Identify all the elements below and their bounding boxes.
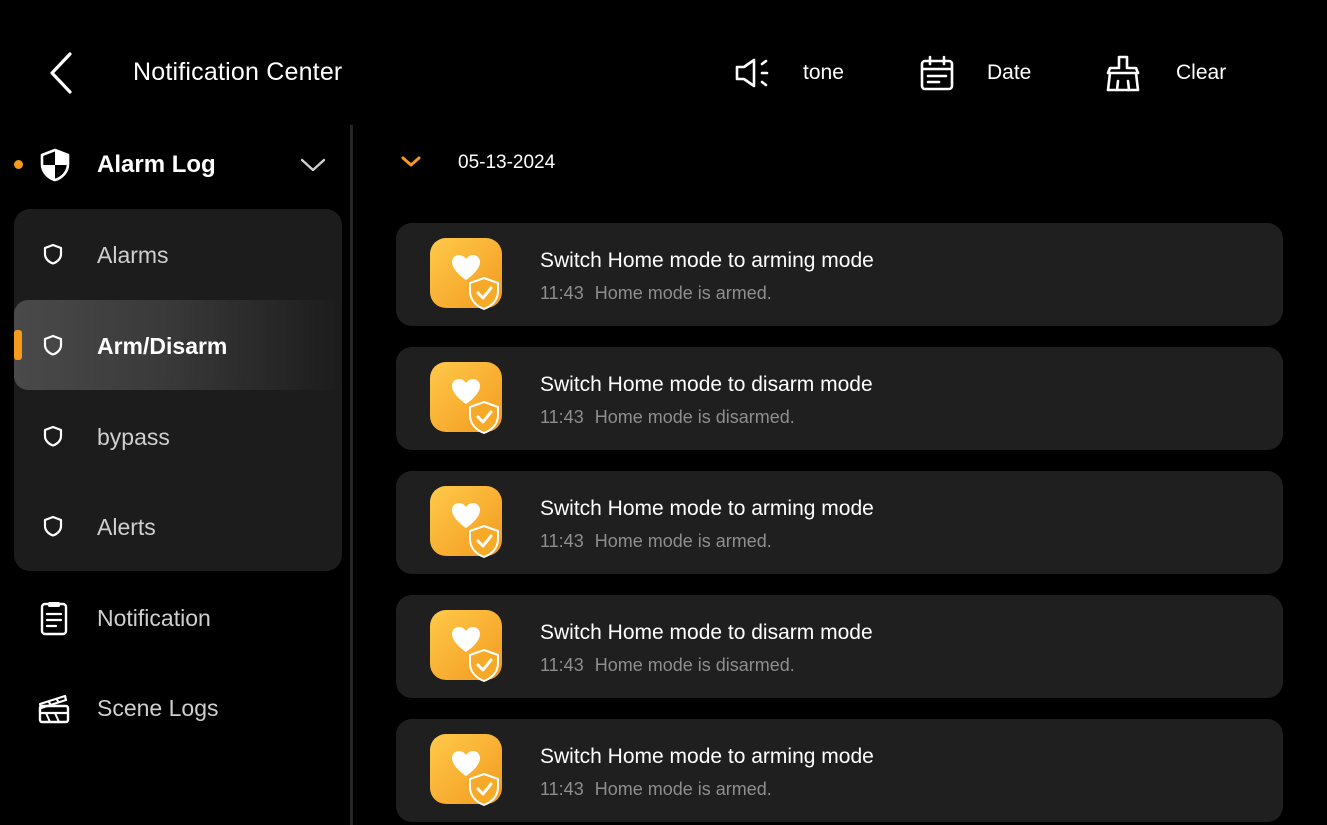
notification-card[interactable]: Switch Home mode to arming mode 11:43 Hom… <box>396 719 1283 822</box>
notification-detail: Home mode is armed. <box>594 531 772 551</box>
clipboard-icon <box>36 600 72 636</box>
alarm-log-label: Alarm Log <box>97 151 216 178</box>
sidebar-item-label: Notification <box>97 605 211 631</box>
notification-subtitle: 11:43 Home mode is disarmed. <box>540 407 795 428</box>
notification-time: 11:43 <box>540 531 584 551</box>
sidebar-item-notification[interactable]: Notification <box>0 588 340 648</box>
broom-icon <box>1103 53 1143 93</box>
notification-detail: Home mode is disarmed. <box>594 407 795 427</box>
notification-time: 11:43 <box>540 779 584 799</box>
sidebar-item-scene-logs[interactable]: Scene Logs <box>0 678 340 738</box>
shield-outline-icon <box>42 515 64 537</box>
notification-card[interactable]: Switch Home mode to arming mode 11:43 Hom… <box>396 471 1283 574</box>
notification-list: Switch Home mode to arming mode 11:43 Hom… <box>396 223 1283 825</box>
notification-card[interactable]: Switch Home mode to arming mode 11:43 Hom… <box>396 223 1283 326</box>
notification-card[interactable]: Switch Home mode to disarm mode 11:43 Hom… <box>396 595 1283 698</box>
page-title: Notification Center <box>133 58 343 86</box>
notification-title: Switch Home mode to arming mode <box>540 745 874 768</box>
notification-title: Switch Home mode to arming mode <box>540 249 874 272</box>
notification-card[interactable]: Switch Home mode to disarm mode 11:43 Hom… <box>396 347 1283 450</box>
speaker-icon <box>733 53 773 93</box>
alarm-log-group[interactable]: Alarm Log <box>0 140 350 190</box>
clear-label: Clear <box>1176 61 1227 84</box>
sidebar-item-arm-disarm[interactable]: Arm/Disarm <box>14 300 342 390</box>
shield-outline-icon <box>42 334 64 356</box>
notification-detail: Home mode is armed. <box>594 283 772 303</box>
sidebar-item-label: Scene Logs <box>97 695 219 721</box>
notification-detail: Home mode is disarmed. <box>594 655 795 675</box>
sidebar-item-alarms[interactable]: Alarms <box>14 209 342 299</box>
back-button[interactable] <box>40 50 84 96</box>
sidebar-item-label: Alerts <box>97 514 156 540</box>
notification-detail: Home mode is armed. <box>594 779 772 799</box>
chevron-down-icon <box>298 152 328 178</box>
notification-time: 11:43 <box>540 655 584 675</box>
home-security-app-icon <box>430 486 518 560</box>
chevron-left-icon <box>50 52 72 94</box>
home-security-app-icon <box>430 734 518 808</box>
active-indicator <box>14 330 22 360</box>
notification-subtitle: 11:43 Home mode is disarmed. <box>540 655 795 676</box>
notification-subtitle: 11:43 Home mode is armed. <box>540 283 772 304</box>
sidebar-item-label: Arm/Disarm <box>97 333 228 359</box>
shield-outline-icon <box>42 243 64 265</box>
main-content: 05-13-2024 Switch Home mode to arming mo… <box>354 120 1327 825</box>
alarm-log-submenu: Alarms Arm/Disarm bypass Alerts <box>14 209 342 571</box>
sidebar-divider <box>350 125 353 825</box>
tone-button[interactable]: tone <box>733 52 844 94</box>
home-security-app-icon <box>430 238 518 312</box>
notification-subtitle: 11:43 Home mode is armed. <box>540 531 772 552</box>
date-button[interactable]: Date <box>917 52 1031 94</box>
notification-title: Switch Home mode to disarm mode <box>540 373 873 396</box>
date-group-label: 05-13-2024 <box>458 152 556 173</box>
clapperboard-icon <box>36 690 72 726</box>
sidebar-item-alerts[interactable]: Alerts <box>14 481 342 571</box>
home-security-app-icon <box>430 610 518 684</box>
clear-button[interactable]: Clear <box>1103 52 1226 94</box>
notification-title: Switch Home mode to arming mode <box>540 497 874 520</box>
chevron-down-icon <box>398 152 424 172</box>
calendar-icon <box>917 53 957 93</box>
header-bar: Notification Center tone Date Clear <box>0 0 1327 120</box>
notification-subtitle: 11:43 Home mode is armed. <box>540 779 772 800</box>
sidebar-item-bypass[interactable]: bypass <box>14 391 342 481</box>
notification-time: 11:43 <box>540 283 584 303</box>
home-security-app-icon <box>430 362 518 436</box>
shield-outline-icon <box>42 425 64 447</box>
date-label: Date <box>987 61 1032 84</box>
sidebar-item-label: bypass <box>97 424 170 450</box>
sidebar: Alarm Log Alarms Arm/Disarm bypass Alert… <box>0 120 350 825</box>
sidebar-item-label: Alarms <box>97 242 169 268</box>
tone-label: tone <box>803 61 844 84</box>
notification-time: 11:43 <box>540 407 584 427</box>
notification-title: Switch Home mode to disarm mode <box>540 621 873 644</box>
shield-icon <box>38 148 72 182</box>
